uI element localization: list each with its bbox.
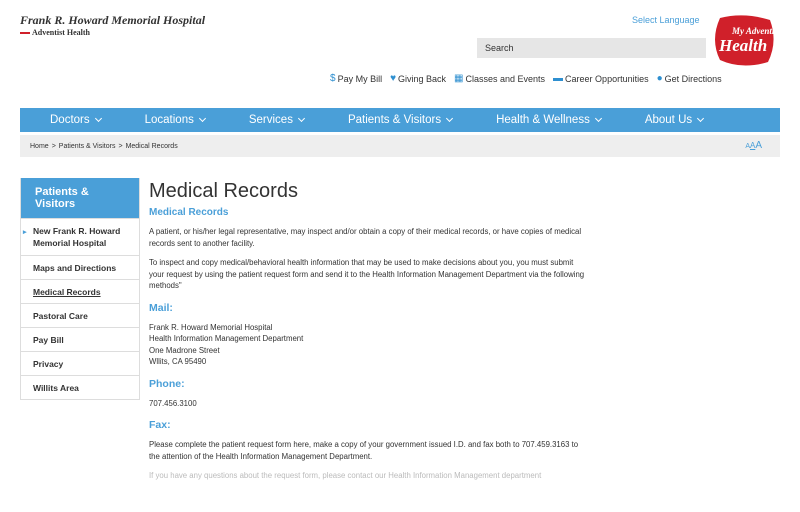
mail-heading: Mail: <box>149 301 173 314</box>
util-get-directions[interactable]: ● Get Directions <box>657 73 722 84</box>
sidebar-item-label: Maps and Directions <box>33 262 117 273</box>
breadcrumb-sep: > <box>51 142 56 150</box>
hospital-name[interactable]: Frank R. Howard Memorial Hospital <box>20 13 205 28</box>
nav-label: Health & Wellness <box>496 114 590 126</box>
adventist-dash <box>20 31 30 34</box>
chevron-down-icon <box>446 114 454 123</box>
sidebar-item-new-hospital[interactable]: ▸ New Frank R. Howard Memorial Hospital <box>21 218 139 255</box>
address-line: Wllits, CA 95490 <box>149 357 207 366</box>
parent-org[interactable]: Adventist Health <box>20 28 90 37</box>
address-line: One Madrone Street <box>149 345 220 355</box>
util-giving-back[interactable]: ♥ Giving Back <box>390 73 446 84</box>
mail-address: Frank R. Howard Memorial Hospital Health… <box>149 322 589 368</box>
sidebar-item-label: New Frank R. Howard Memorial Hospital <box>33 226 121 248</box>
section-subtitle: Medical Records <box>149 207 229 218</box>
chevron-down-icon <box>697 114 705 123</box>
sidebar: Patients & Visitors ▸ New Frank R. Howard… <box>20 178 140 400</box>
map-pin-icon: ● <box>656 73 663 84</box>
nav-label: Services <box>248 114 293 126</box>
chevron-down-icon <box>594 114 602 123</box>
sidebar-item-label: Medical Records <box>33 286 101 297</box>
heart-icon: ♥ <box>390 73 397 84</box>
dollar-icon: $ <box>330 73 336 84</box>
logo-text-top: My Adventist <box>731 26 776 36</box>
calendar-icon: ▦ <box>454 73 464 84</box>
caret-right-icon: ▸ <box>23 229 27 236</box>
sidebar-heading: Patients & Visitors <box>21 178 139 218</box>
address-line: Frank R. Howard Memorial Hospital <box>149 322 273 332</box>
page-title: Medical Records <box>149 180 298 202</box>
util-label: Career Opportunities <box>565 73 649 84</box>
utility-links: $ Pay My Bill ♥ Giving Back ▦ Classes and E… <box>330 73 722 84</box>
phone-number[interactable]: 707.456.3100 <box>149 398 589 410</box>
breadcrumb-current: Medical Records <box>125 142 178 150</box>
util-pay-my-bill[interactable]: $ Pay My Bill <box>330 73 382 84</box>
logo-text-main: Health <box>718 36 767 55</box>
breadcrumb: Home > Patients & Visitors > Medical Rec… <box>20 135 780 157</box>
select-language-link[interactable]: Select Language <box>632 15 700 25</box>
parent-org-label: Adventist Health <box>32 28 90 37</box>
search-input[interactable] <box>477 38 706 58</box>
sidebar-item-pastoral-care[interactable]: Pastoral Care <box>21 303 139 327</box>
nav-label: Doctors <box>50 114 90 126</box>
sidebar-item-willits-area[interactable]: Willits Area <box>21 375 139 399</box>
text-size-controls: AAA <box>745 140 762 151</box>
nav-health-wellness[interactable]: Health & Wellness <box>496 108 602 132</box>
nav-label: Locations <box>144 114 194 126</box>
chevron-down-icon <box>94 114 102 123</box>
sidebar-item-privacy[interactable]: Privacy <box>21 351 139 375</box>
breadcrumb-section[interactable]: Patients & Visitors <box>59 143 116 150</box>
sidebar-item-medical-records[interactable]: Medical Records <box>21 279 139 303</box>
nav-doctors[interactable]: Doctors <box>50 108 102 132</box>
sidebar-item-maps-directions[interactable]: Maps and Directions <box>21 255 139 279</box>
nav-services[interactable]: Services <box>248 108 306 132</box>
util-label: Giving Back <box>398 73 447 84</box>
chevron-down-icon <box>297 114 306 123</box>
nav-label: About Us <box>644 114 693 126</box>
text-size-large[interactable]: A <box>755 140 762 151</box>
sidebar-item-label: Willits Area <box>33 382 79 393</box>
briefcase-icon: ▬ <box>553 73 564 84</box>
util-label: Get Directions <box>664 73 722 84</box>
request-paragraph: To inspect and copy medical/behavioral h… <box>149 258 585 290</box>
nav-locations[interactable]: Locations <box>144 108 206 132</box>
phone-heading: Phone: <box>149 377 185 390</box>
sidebar-item-label: Privacy <box>33 358 64 369</box>
intro-paragraph: A patient, or his/her legal representati… <box>149 227 582 248</box>
util-classes-events[interactable]: ▦ Classes and Events <box>454 73 545 84</box>
util-label: Classes and Events <box>465 73 546 84</box>
nav-label: Patients & Visitors <box>347 114 442 126</box>
sidebar-item-pay-bill[interactable]: Pay Bill <box>21 327 139 351</box>
sidebar-item-label: Pay Bill <box>33 334 64 345</box>
breadcrumb-home[interactable]: Home <box>30 143 49 150</box>
nav-patients-visitors[interactable]: Patients & Visitors <box>347 108 454 132</box>
fax-paragraph: Please complete the patient request form… <box>149 440 579 461</box>
nav-about-us[interactable]: About Us <box>644 108 705 132</box>
main-content: Medical Records Medical Records A patien… <box>149 180 589 482</box>
address-line: Health Information Management Department <box>149 334 304 343</box>
sidebar-item-label: Pastoral Care <box>33 310 88 321</box>
main-nav: Doctors Locations Services Patients & Vi… <box>20 108 780 132</box>
cutoff-paragraph: If you have any questions about the requ… <box>149 471 542 480</box>
util-label: Pay My Bill <box>337 73 383 84</box>
my-adventist-health-logo[interactable]: My Adventist Health <box>712 14 776 68</box>
breadcrumb-sep: > <box>118 142 123 150</box>
util-career-opportunities[interactable]: ▬ Career Opportunities <box>553 73 649 84</box>
fax-heading: Fax: <box>149 419 171 431</box>
chevron-down-icon <box>198 114 206 123</box>
